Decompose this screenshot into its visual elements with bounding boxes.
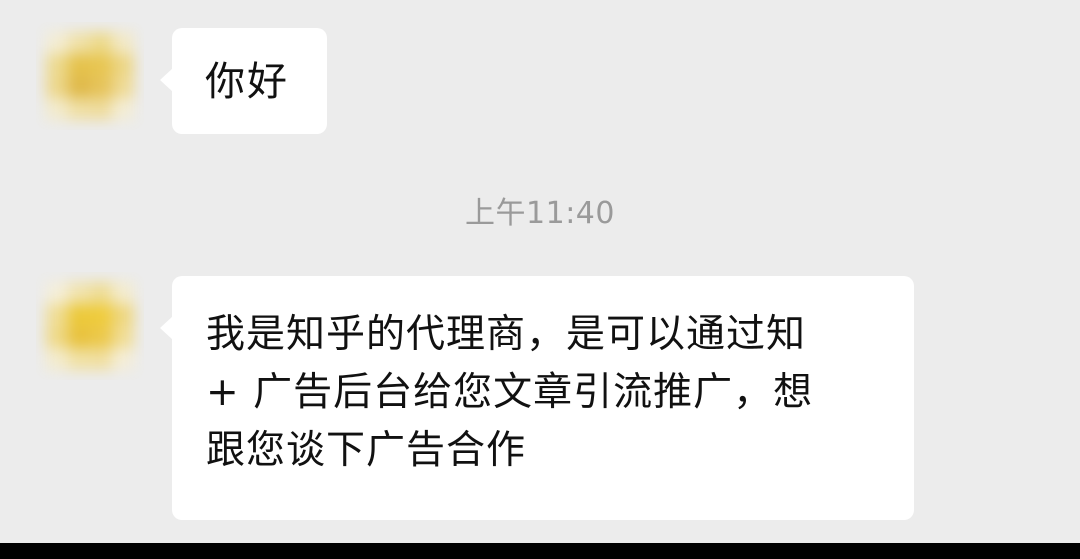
message-bubble[interactable]: 我是知乎的代理商，是可以通过知 + 广告后台给您文章引流推广，想 跟您谈下广告合… bbox=[160, 276, 914, 520]
contact-avatar[interactable] bbox=[36, 272, 144, 380]
message-bubble[interactable]: 你好 bbox=[160, 28, 327, 134]
blurred-avatar-image bbox=[36, 22, 144, 130]
blurred-avatar-image bbox=[36, 272, 144, 380]
contact-avatar[interactable] bbox=[36, 22, 144, 130]
chat-screen: 你好 上午11:40 我是知乎的代理商，是可以通过知 + 广告后台给您文章引流推… bbox=[0, 0, 1080, 543]
message-timestamp: 上午11:40 bbox=[465, 196, 615, 231]
screen-bottom-edge bbox=[0, 543, 1080, 559]
